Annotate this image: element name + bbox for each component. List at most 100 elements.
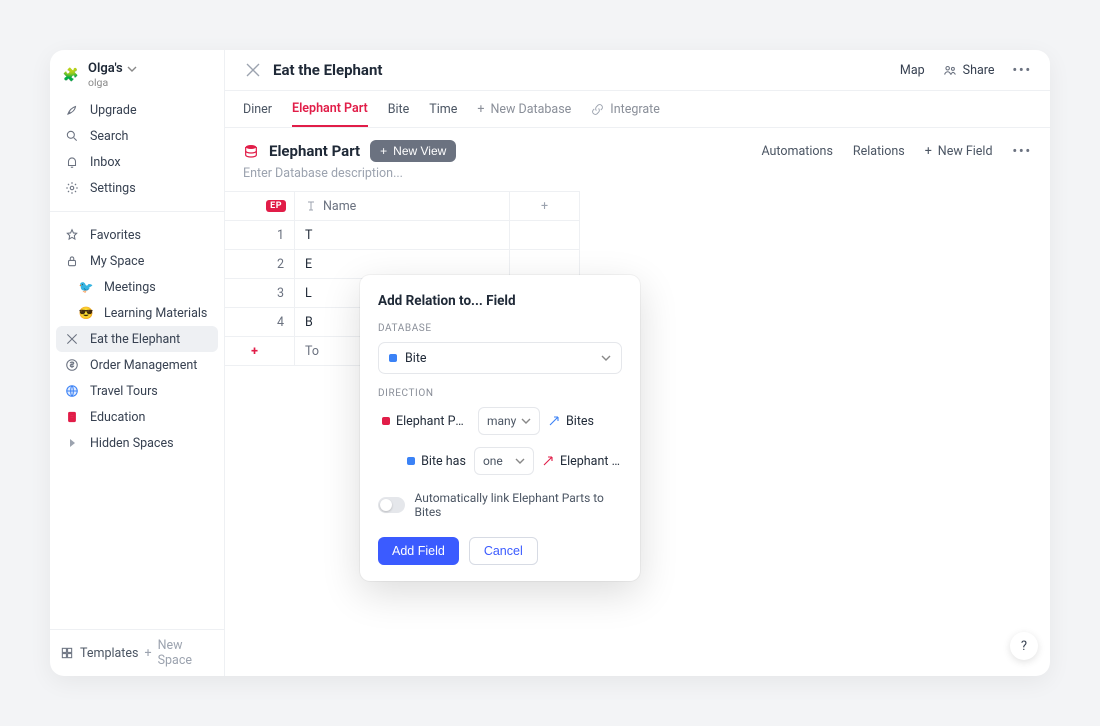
templates-icon [60, 646, 74, 660]
sidebar-item-settings[interactable]: Settings [56, 175, 218, 201]
map-button[interactable]: Map [900, 63, 925, 78]
sidebar-label: Travel Tours [90, 384, 158, 399]
sidebar-item-search[interactable]: Search [56, 123, 218, 149]
chevron-down-icon [515, 456, 525, 466]
cardinality-select-2[interactable]: one [474, 447, 534, 475]
new-view-button[interactable]: + New View [370, 140, 456, 162]
index-header: EP [225, 192, 295, 220]
star-icon [64, 227, 80, 243]
chevron-down-icon [521, 416, 531, 426]
database-select[interactable]: Bite [378, 342, 622, 374]
new-space-button[interactable]: + New Space [144, 638, 214, 668]
crossed-tools-icon [243, 60, 263, 80]
popover-title: Add Relation to... Field [378, 293, 622, 309]
sidebar-item-travel[interactable]: Travel Tours [56, 378, 218, 404]
ep-badge: EP [266, 200, 286, 212]
sidebar-item-meetings[interactable]: 🐦 Meetings [56, 274, 218, 300]
cancel-button[interactable]: Cancel [469, 537, 538, 565]
app-shell: 🧩 Olga's olga Upgrade [50, 50, 1050, 676]
sidebar-item-learning[interactable]: 😎 Learning Materials [56, 300, 218, 326]
new-database-label: New Database [490, 102, 571, 117]
sidebar-label: Inbox [90, 155, 121, 170]
sidebar-label: My Space [90, 254, 144, 269]
tab-diner[interactable]: Diner [243, 91, 272, 127]
cardinality-select-1[interactable]: many [478, 407, 540, 435]
name-header-label: Name [323, 199, 356, 214]
plus-icon: + [380, 144, 387, 158]
database-header: Elephant Part + New View Automations Rel… [225, 128, 1050, 164]
cell-name[interactable]: T [295, 221, 510, 249]
new-database-button[interactable]: + New Database [477, 102, 571, 117]
section-label-direction: DIRECTION [378, 388, 622, 399]
arrow-icon [548, 415, 560, 427]
workspace-name: Olga's [88, 62, 123, 77]
source-color-dot [382, 417, 390, 425]
sidebar-label: Favorites [90, 228, 141, 243]
new-field-label: New Field [938, 144, 993, 159]
integrate-button[interactable]: Integrate [591, 102, 660, 117]
sidebar-item-upgrade[interactable]: Upgrade [56, 97, 218, 123]
row-index: 1 [225, 221, 295, 249]
cell-name[interactable]: E [295, 250, 510, 278]
plus-icon: + [144, 646, 151, 661]
tab-bar: Diner Elephant Part Bite Time + New Data… [225, 90, 1050, 128]
plus-icon: + [477, 102, 484, 117]
autolink-toggle[interactable] [378, 497, 405, 513]
help-button[interactable]: ? [1010, 632, 1038, 660]
bell-icon [64, 154, 80, 170]
direction-target-label: Bites [566, 414, 594, 429]
name-column-header[interactable]: Name [295, 192, 510, 220]
sidebar-item-inbox[interactable]: Inbox [56, 149, 218, 175]
section-label-database: DATABASE [378, 323, 622, 334]
tab-elephant-part[interactable]: Elephant Part [292, 91, 368, 127]
add-field-button[interactable]: Add Field [378, 537, 459, 565]
more-button[interactable]: ••• [1013, 63, 1032, 78]
add-relation-popover: Add Relation to... Field DATABASE Bite D… [360, 275, 640, 581]
sidebar-item-favorites[interactable]: Favorites [56, 222, 218, 248]
workspace-subname: olga [88, 77, 137, 89]
automations-button[interactable]: Automations [761, 144, 832, 159]
crossed-tools-icon [64, 331, 80, 347]
sidebar-label: Learning Materials [104, 306, 207, 321]
tab-bite[interactable]: Bite [388, 91, 410, 127]
sidebar-label: Hidden Spaces [90, 436, 174, 451]
text-type-icon [305, 200, 317, 212]
sidebar-label: Eat the Elephant [90, 332, 180, 347]
cardinality-value: many [487, 414, 516, 428]
direction-source-label: Elephant Part ... [396, 414, 470, 429]
workspace-switcher[interactable]: 🧩 Olga's olga [50, 50, 224, 91]
add-column-button[interactable]: + [510, 192, 580, 220]
rocket-icon [64, 102, 80, 118]
templates-button[interactable]: Templates [60, 646, 138, 661]
database-more-button[interactable]: ••• [1013, 144, 1032, 159]
integrate-label: Integrate [610, 102, 660, 117]
sidebar-item-ordermgmt[interactable]: Order Management [56, 352, 218, 378]
row-index: 4 [225, 308, 295, 336]
table-row[interactable]: 1 T [225, 221, 580, 250]
sidebar-item-education[interactable]: Education [56, 404, 218, 430]
chevron-down-icon [601, 353, 611, 363]
relations-button[interactable]: Relations [853, 144, 905, 159]
templates-label: Templates [80, 646, 138, 661]
triangle-right-icon [64, 435, 80, 451]
lock-icon [64, 253, 80, 269]
plus-icon: + [225, 337, 295, 365]
sidebar-item-myspace[interactable]: My Space [56, 248, 218, 274]
sidebar-label: Order Management [90, 358, 197, 373]
plus-icon: + [925, 144, 932, 159]
emoji-icon: 😎 [78, 305, 94, 321]
database-description[interactable]: Enter Database description... [225, 164, 1050, 191]
database-title: Elephant Part [269, 142, 360, 160]
tab-time[interactable]: Time [429, 91, 457, 127]
sidebar-item-hidden[interactable]: Hidden Spaces [56, 430, 218, 456]
database-select-value: Bite [405, 351, 427, 366]
sidebar-label: Settings [90, 181, 136, 196]
new-view-label: New View [393, 144, 446, 158]
row-index: 2 [225, 250, 295, 278]
new-field-button[interactable]: + New Field [925, 144, 993, 159]
share-button[interactable]: Share [943, 63, 995, 78]
sidebar-label: Upgrade [90, 103, 137, 118]
direction-source-label: Bite has [421, 454, 466, 469]
sidebar-item-elephant[interactable]: Eat the Elephant [56, 326, 218, 352]
share-icon [943, 63, 957, 77]
